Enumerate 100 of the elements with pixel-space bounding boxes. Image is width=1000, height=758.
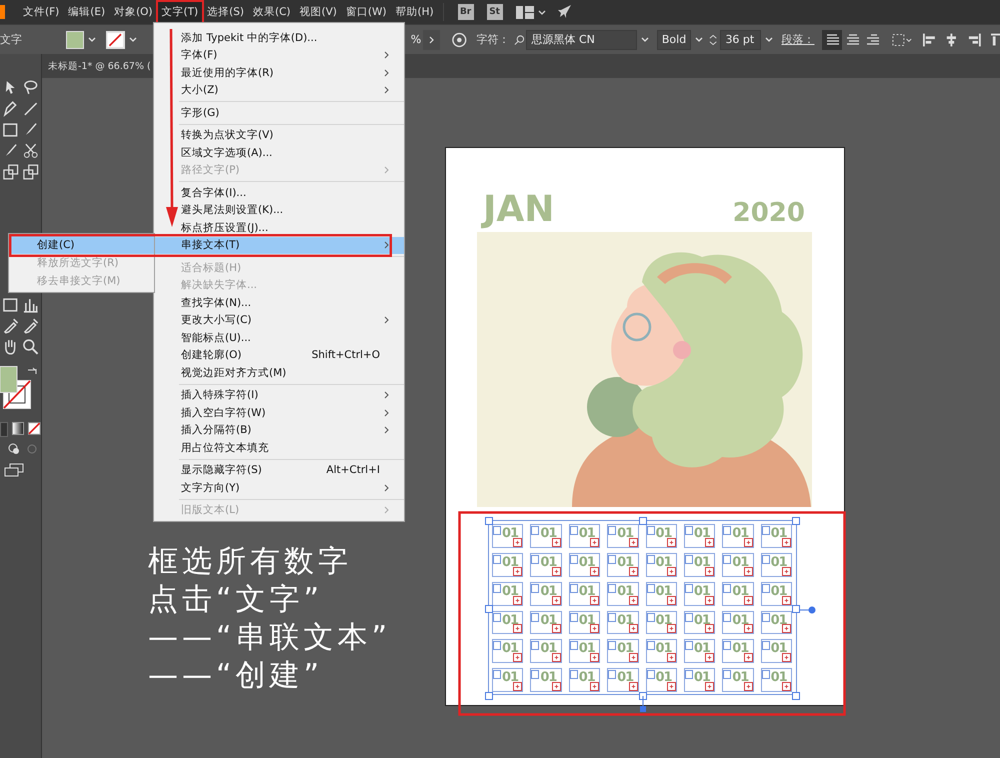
out-port-icon[interactable] xyxy=(590,682,600,691)
menu-item[interactable]: 插入特殊字符(I) xyxy=(154,386,404,404)
in-port-icon[interactable] xyxy=(762,670,770,680)
out-port-icon[interactable] xyxy=(628,682,638,691)
text-frame[interactable]: 01 xyxy=(568,639,600,664)
out-port-icon[interactable] xyxy=(744,596,753,604)
text-frame[interactable]: 01 xyxy=(492,639,524,664)
text-frame[interactable]: 01 xyxy=(568,552,600,577)
menu-bar-item[interactable]: 编辑(E) xyxy=(64,2,110,22)
out-port-icon[interactable] xyxy=(513,538,522,547)
menu-item[interactable]: 插入空白字符(W) xyxy=(154,404,404,422)
out-port-icon[interactable] xyxy=(705,624,714,634)
in-port-icon[interactable] xyxy=(608,554,616,564)
out-port-icon[interactable] xyxy=(590,653,600,662)
menu-item[interactable]: 视觉边距对齐方式(M) xyxy=(154,364,404,382)
text-frame[interactable]: 01 xyxy=(530,639,562,664)
out-port-icon[interactable] xyxy=(513,682,522,691)
out-port-icon[interactable] xyxy=(590,596,600,604)
scale-icon[interactable] xyxy=(1,162,20,182)
selection-handle[interactable] xyxy=(485,692,493,700)
font-family-field[interactable]: 思源黑体 CN xyxy=(526,30,637,50)
in-port-icon[interactable] xyxy=(531,612,540,622)
text-frame[interactable]: 01 xyxy=(760,610,792,634)
in-port-icon[interactable] xyxy=(723,641,732,650)
submenu-item[interactable]: 创建(C) xyxy=(9,236,154,254)
menu-item[interactable]: 添加 Typekit 中的字体(D)... xyxy=(154,29,404,46)
align-top-icon[interactable] xyxy=(990,32,1000,46)
text-frame[interactable]: 01 xyxy=(607,552,638,577)
out-port-icon[interactable] xyxy=(666,566,676,576)
out-port-icon[interactable] xyxy=(552,624,561,634)
menu-bar-item[interactable]: 帮助(H) xyxy=(392,2,438,22)
in-port-icon[interactable] xyxy=(570,526,578,535)
in-port-icon[interactable] xyxy=(493,612,501,622)
in-port-icon[interactable] xyxy=(762,554,770,564)
out-port-icon[interactable] xyxy=(782,653,791,662)
in-port-icon[interactable] xyxy=(608,584,616,593)
menu-item[interactable]: 智能标点(U)... xyxy=(154,329,404,346)
in-port-icon[interactable] xyxy=(684,526,693,535)
menu-item[interactable]: 最近使用的字体(R) xyxy=(154,64,404,82)
text-frame[interactable]: 01 xyxy=(568,582,600,606)
in-port-icon[interactable] xyxy=(570,554,578,564)
in-port-icon[interactable] xyxy=(608,612,616,622)
eyedropper-icon[interactable] xyxy=(1,316,20,336)
selection-handle[interactable] xyxy=(639,692,647,700)
menu-item[interactable]: 复合字体(I)... xyxy=(154,184,404,202)
out-port-icon[interactable] xyxy=(513,624,522,634)
app-switch-button[interactable]: Br xyxy=(458,4,474,20)
in-port-icon[interactable] xyxy=(646,584,654,593)
text-frame[interactable]: 01 xyxy=(568,668,600,692)
menu-bar-item[interactable]: 窗口(W) xyxy=(342,2,390,22)
in-port-icon[interactable] xyxy=(762,612,770,622)
scale-icon[interactable] xyxy=(20,162,40,182)
text-frame[interactable]: 01 xyxy=(646,668,677,692)
in-port-icon[interactable] xyxy=(684,554,693,564)
text-frame[interactable]: 01 xyxy=(646,639,677,664)
align-right-icon[interactable] xyxy=(968,32,981,46)
text-frame[interactable]: 01 xyxy=(722,582,754,606)
selection-handle[interactable] xyxy=(485,517,493,525)
in-port-icon[interactable] xyxy=(570,612,578,622)
out-port-icon[interactable] xyxy=(552,682,561,691)
out-port-icon[interactable] xyxy=(705,682,714,691)
in-port-icon[interactable] xyxy=(493,670,501,680)
text-frame[interactable]: 01 xyxy=(760,524,792,548)
align-center-icon[interactable] xyxy=(945,32,958,46)
menu-item[interactable]: 转换为点状文字(V) xyxy=(154,126,404,144)
in-port-icon[interactable] xyxy=(493,554,501,564)
out-port-icon[interactable] xyxy=(552,538,561,547)
in-port-icon[interactable] xyxy=(646,554,654,564)
in-port-icon[interactable] xyxy=(493,584,501,593)
menu-item[interactable]: 显示隐藏字符(S) Alt+Ctrl+I xyxy=(154,462,404,479)
paragraph-label[interactable]: 段落： xyxy=(781,32,814,47)
text-frame[interactable]: 01 xyxy=(568,524,600,548)
menu-item[interactable]: 查找字体(N)... xyxy=(154,294,404,312)
out-port-icon[interactable] xyxy=(513,653,522,662)
text-frame[interactable]: 01 xyxy=(492,582,524,606)
out-port-icon[interactable] xyxy=(705,596,714,604)
menu-bar-item[interactable]: 选择(S) xyxy=(203,2,248,22)
expand-button[interactable] xyxy=(423,30,440,50)
in-port-icon[interactable] xyxy=(570,670,578,680)
out-port-icon[interactable] xyxy=(782,682,791,691)
out-port-icon[interactable] xyxy=(705,653,714,662)
text-frame[interactable]: 01 xyxy=(607,668,638,692)
in-port-icon[interactable] xyxy=(531,670,540,680)
out-port-icon[interactable] xyxy=(666,682,676,691)
draw-mode-icon[interactable] xyxy=(8,443,20,455)
out-port-icon[interactable] xyxy=(552,566,561,576)
globe-icon[interactable] xyxy=(452,32,467,48)
out-port-icon[interactable] xyxy=(705,538,714,547)
text-frame[interactable]: 01 xyxy=(646,582,677,606)
menu-bar-item[interactable]: 文字(T) xyxy=(158,2,202,22)
out-port-icon[interactable] xyxy=(628,538,638,547)
document-tab[interactable]: 未标题-1* @ 66.67% ( xyxy=(48,60,151,72)
out-port-icon[interactable] xyxy=(628,596,638,604)
text-frame[interactable]: 01 xyxy=(684,552,716,577)
text-frame[interactable]: 01 xyxy=(760,582,792,606)
out-port-icon[interactable] xyxy=(590,538,600,547)
in-port-icon[interactable] xyxy=(723,670,732,680)
in-port-icon[interactable] xyxy=(723,584,732,593)
text-frame[interactable]: 01 xyxy=(607,524,638,548)
selection-handle[interactable] xyxy=(639,517,647,525)
